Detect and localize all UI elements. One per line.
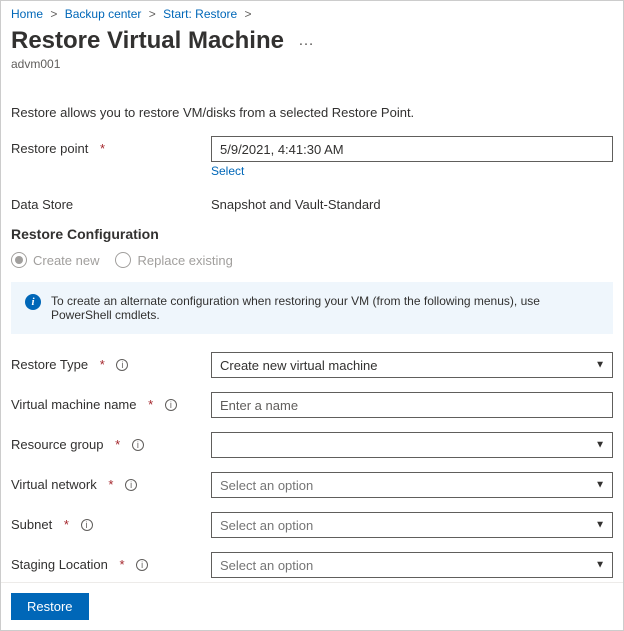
data-store-label: Data Store — [11, 192, 211, 212]
breadcrumb: Home > Backup center > Start: Restore > — [1, 1, 623, 23]
footer: Restore — [1, 582, 623, 630]
breadcrumb-start-restore[interactable]: Start: Restore — [163, 7, 237, 21]
info-icon[interactable]: i — [116, 359, 128, 371]
subnet-select[interactable] — [211, 512, 613, 538]
breadcrumb-home[interactable]: Home — [11, 7, 43, 21]
vm-name-label: Virtual machine name * i — [11, 392, 211, 412]
info-icon[interactable]: i — [132, 439, 144, 451]
info-icon: i — [25, 294, 41, 310]
staging-select[interactable] — [211, 552, 613, 578]
vnet-select[interactable] — [211, 472, 613, 498]
restore-point-label: Restore point * — [11, 136, 211, 156]
info-icon[interactable]: i — [165, 399, 177, 411]
more-actions-icon[interactable]: … — [294, 32, 318, 50]
chevron-right-icon: > — [149, 7, 156, 21]
radio-icon — [115, 252, 131, 268]
vnet-label: Virtual network * i — [11, 472, 211, 492]
staging-label: Staging Location * i — [11, 552, 211, 572]
chevron-right-icon: > — [245, 7, 252, 21]
page-subtitle: advm001 — [11, 57, 613, 71]
chevron-right-icon: > — [50, 7, 57, 21]
description-text: Restore allows you to restore VM/disks f… — [11, 105, 613, 120]
subnet-label: Subnet * i — [11, 512, 211, 532]
restore-point-input[interactable] — [211, 136, 613, 162]
info-icon[interactable]: i — [136, 559, 148, 571]
data-store-value: Snapshot and Vault-Standard — [211, 192, 613, 212]
page-header: Restore Virtual Machine … advm001 — [1, 23, 623, 81]
info-icon[interactable]: i — [81, 519, 93, 531]
resource-group-select[interactable] — [211, 432, 613, 458]
radio-replace-existing[interactable]: Replace existing — [115, 252, 232, 268]
radio-create-new[interactable]: Create new — [11, 252, 99, 268]
page-title: Restore Virtual Machine — [11, 27, 284, 55]
restore-type-select[interactable] — [211, 352, 613, 378]
restore-point-select-link[interactable]: Select — [211, 164, 244, 178]
info-icon[interactable]: i — [125, 479, 137, 491]
restore-button[interactable]: Restore — [11, 593, 89, 620]
info-banner-text: To create an alternate configuration whe… — [51, 294, 599, 322]
resource-group-label: Resource group * i — [11, 432, 211, 452]
breadcrumb-backup-center[interactable]: Backup center — [65, 7, 142, 21]
vm-name-input[interactable] — [211, 392, 613, 418]
radio-icon — [11, 252, 27, 268]
restore-config-heading: Restore Configuration — [11, 226, 613, 242]
info-banner: i To create an alternate configuration w… — [11, 282, 613, 334]
restore-type-label: Restore Type * i — [11, 352, 211, 372]
